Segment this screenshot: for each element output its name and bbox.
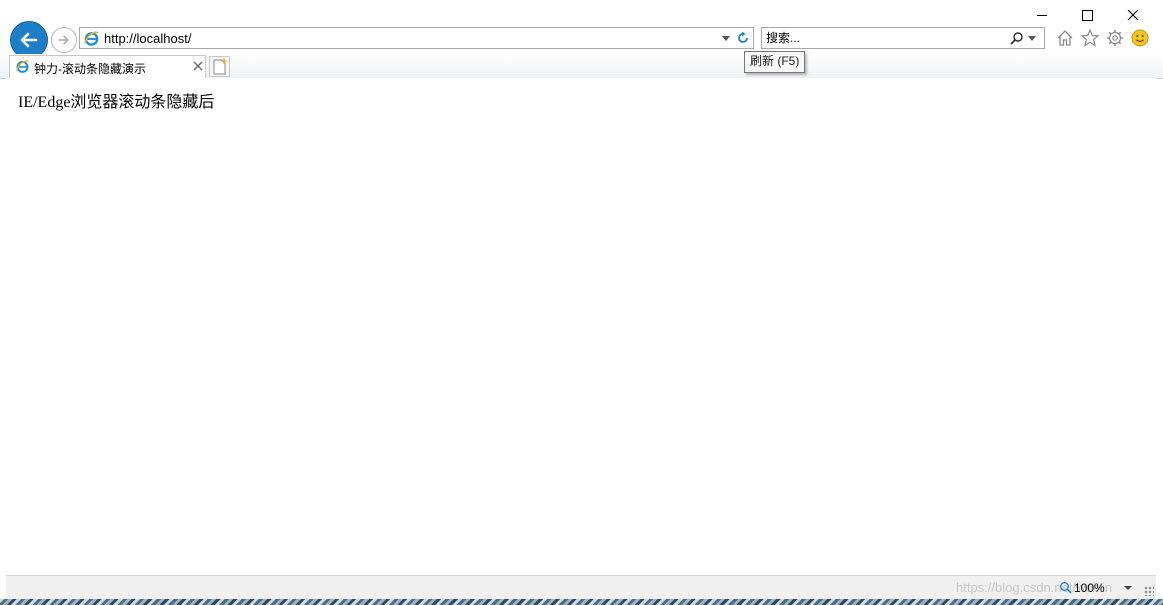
status-bar: https://blog.csdn.net/weixin 100% <box>6 575 1156 599</box>
address-dropdown-icon[interactable] <box>722 36 730 41</box>
new-tab-icon <box>213 58 227 75</box>
new-tab-button[interactable] <box>209 56 230 77</box>
tab-active[interactable]: 钟力-滚动条隐藏演示 <box>9 55 206 78</box>
home-icon[interactable] <box>1055 28 1075 48</box>
back-arrow-icon <box>20 32 38 48</box>
search-dropdown-icon[interactable] <box>1028 36 1036 41</box>
smiley-icon[interactable] <box>1130 28 1150 48</box>
minimize-button[interactable] <box>1019 0 1065 30</box>
minimize-icon <box>1037 14 1047 16</box>
address-url[interactable]: http://localhost/ <box>104 31 191 46</box>
page-content: IE/Edge浏览器滚动条隐藏后 <box>6 78 1156 575</box>
forward-button[interactable] <box>51 27 77 53</box>
desktop-wallpaper-bottom <box>0 599 1163 605</box>
zoom-icon[interactable] <box>1059 581 1072 594</box>
address-bar[interactable]: http://localhost/ <box>79 27 754 49</box>
search-box[interactable] <box>761 27 1045 49</box>
search-input[interactable] <box>766 30 996 46</box>
magnifier-icon[interactable] <box>1009 31 1024 46</box>
ie-logo-icon <box>16 60 29 73</box>
forward-arrow-icon <box>58 35 69 45</box>
tab-strip: 钟力-滚动条隐藏演示 <box>0 54 1163 79</box>
refresh-tooltip: 刷新 (F5) <box>744 51 806 73</box>
resize-grip[interactable] <box>1144 586 1154 596</box>
maximize-button[interactable] <box>1064 0 1110 30</box>
maximize-icon <box>1081 9 1093 21</box>
gear-icon[interactable] <box>1105 28 1125 48</box>
close-window-button[interactable] <box>1110 0 1156 30</box>
ie-logo-icon <box>84 31 99 46</box>
page-body-text: IE/Edge浏览器滚动条隐藏后 <box>18 94 215 111</box>
tab-title: 钟力-滚动条隐藏演示 <box>34 62 146 76</box>
browser-window: http://localhost/ 刷新 (F5) 搜索... 钟力-滚动条隐藏… <box>0 0 1163 599</box>
close-icon[interactable] <box>192 60 204 72</box>
zoom-dropdown-icon[interactable] <box>1124 586 1132 590</box>
zoom-level[interactable]: 100% <box>1074 581 1105 595</box>
refresh-icon[interactable] <box>736 31 750 45</box>
close-icon <box>1127 9 1139 21</box>
star-icon[interactable] <box>1080 28 1100 48</box>
title-bar: http://localhost/ 刷新 (F5) 搜索... 钟力-滚动条隐藏… <box>0 0 1163 79</box>
